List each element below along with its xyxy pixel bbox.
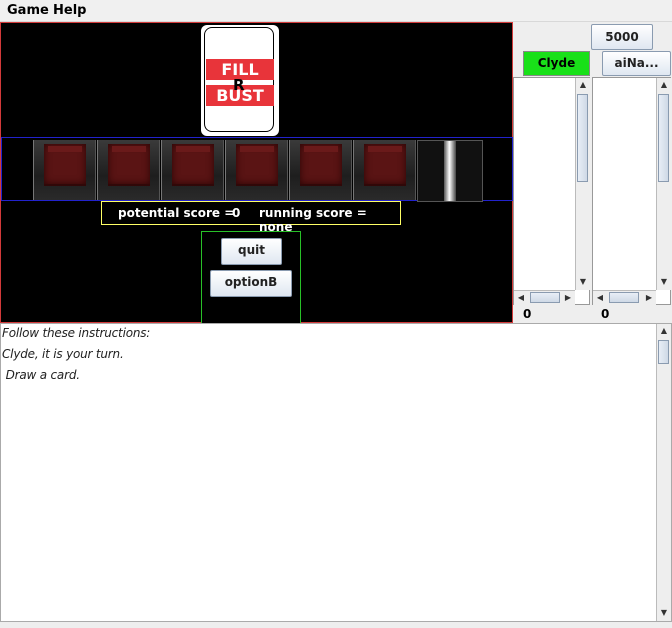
horizontal-scrollbar[interactable]: ◀ ▶ — [593, 290, 656, 305]
log-line: Draw a card. — [2, 368, 80, 382]
player-clyde-score: 0 — [523, 307, 532, 321]
potential-score-value: 0 — [232, 206, 241, 220]
player-ai-score: 0 — [601, 307, 610, 321]
scroll-down-icon[interactable]: ▼ — [657, 606, 671, 620]
action-button-panel: quit optionB — [201, 231, 301, 324]
target-score-button[interactable]: 5000 — [591, 24, 653, 50]
die-slot[interactable] — [289, 140, 352, 200]
die-slot[interactable] — [225, 140, 288, 200]
scroll-thumb[interactable] — [658, 94, 669, 182]
dice-tube — [417, 140, 483, 202]
die-slot[interactable] — [97, 140, 160, 200]
quit-button[interactable]: quit — [221, 238, 282, 265]
red-die — [44, 144, 86, 184]
score-display: potential score = 0 running score = none — [101, 201, 401, 234]
red-die — [236, 144, 278, 184]
red-die — [108, 144, 150, 184]
optionb-button[interactable]: optionB — [210, 270, 292, 297]
die-slot[interactable] — [33, 140, 96, 200]
player-ai-button[interactable]: aiNa... — [602, 51, 671, 76]
scroll-up-icon[interactable]: ▲ — [657, 324, 671, 338]
scroll-right-icon[interactable]: ▶ — [561, 291, 575, 305]
vertical-scrollbar[interactable]: ▲ ▼ — [656, 324, 671, 621]
tube-pipe — [444, 141, 456, 201]
menu-bar: Game Help — [0, 0, 672, 22]
dice-row — [1, 137, 513, 202]
player-clyde-list[interactable]: ▲ ▼ ◀ ▶ — [513, 77, 590, 305]
red-die — [172, 144, 214, 184]
scroll-up-icon[interactable]: ▲ — [576, 78, 590, 92]
horizontal-scrollbar[interactable]: ◀ ▶ — [514, 290, 575, 305]
menu-help[interactable]: Help — [53, 3, 86, 18]
scroll-thumb[interactable] — [609, 292, 639, 303]
scroll-right-icon[interactable]: ▶ — [642, 291, 656, 305]
player-ai-list[interactable]: ▲ ▼ ◀ ▶ — [592, 77, 671, 305]
log-line: Follow these instructions: — [2, 326, 151, 340]
scroll-left-icon[interactable]: ◀ — [514, 291, 528, 305]
scroll-thumb[interactable] — [658, 340, 669, 364]
die-slot[interactable] — [161, 140, 224, 200]
log-line: Clyde, it is your turn. — [2, 347, 124, 361]
scroll-thumb[interactable] — [530, 292, 560, 303]
scroll-up-icon[interactable]: ▲ — [657, 78, 671, 92]
menu-game[interactable]: Game — [7, 3, 49, 18]
red-die — [364, 144, 406, 184]
vertical-scrollbar[interactable]: ▲ ▼ — [656, 78, 671, 290]
scroll-thumb[interactable] — [577, 94, 588, 182]
red-die — [300, 144, 342, 184]
card-face: FILL BUST R — [204, 27, 274, 132]
die-slot[interactable] — [353, 140, 416, 200]
scroll-down-icon[interactable]: ▼ — [576, 275, 590, 289]
scroll-down-icon[interactable]: ▼ — [657, 275, 671, 289]
vertical-scrollbar[interactable]: ▲ ▼ — [575, 78, 590, 290]
running-score-label: running score = none — [259, 206, 367, 234]
scroll-left-icon[interactable]: ◀ — [593, 291, 607, 305]
instructions-text-area[interactable]: Follow these instructions: Clyde, it is … — [0, 323, 672, 622]
player-clyde-button[interactable]: Clyde — [523, 51, 590, 76]
potential-score-label: potential score = — [118, 206, 235, 220]
fill-or-bust-card[interactable]: FILL BUST R — [201, 25, 279, 136]
card-middle-label: R — [233, 76, 245, 94]
game-board: FILL BUST R potential score = 0 running … — [0, 22, 513, 324]
